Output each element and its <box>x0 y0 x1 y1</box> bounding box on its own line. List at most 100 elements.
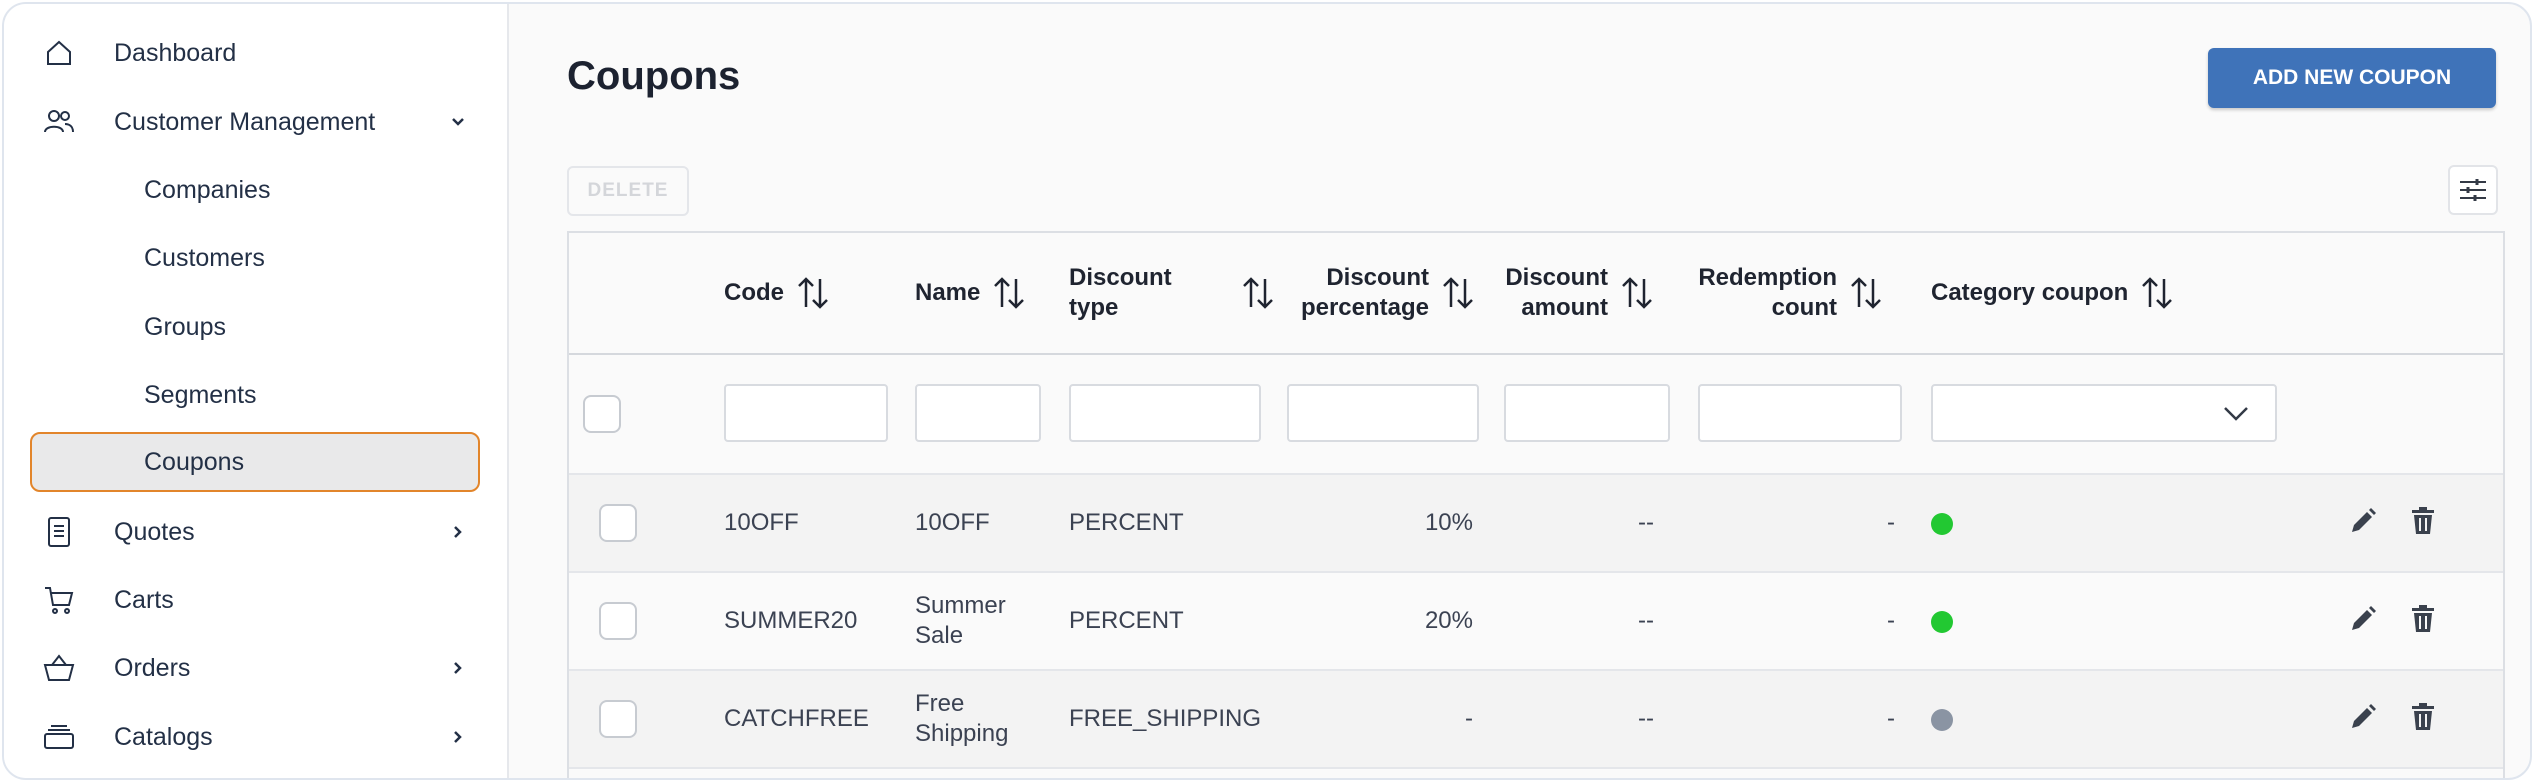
name-filter-input[interactable] <box>915 384 1041 442</box>
delete-row-button[interactable] <box>2405 601 2441 637</box>
sidebar-item-label: Groups <box>144 312 226 341</box>
sidebar-item-label: Segments <box>144 380 257 409</box>
sidebar-item-customers[interactable]: Customers <box>30 228 480 288</box>
sidebar-item-label: Customer Management <box>114 107 376 136</box>
edit-button[interactable] <box>2345 503 2381 539</box>
code-cell: SUMMER20 <box>724 607 858 634</box>
chevron-right-icon <box>454 731 462 743</box>
column-header-discount-percentage[interactable]: Discount percentage <box>1287 233 1475 353</box>
sidebar-item-label: Orders <box>114 653 191 682</box>
row-checkbox[interactable] <box>599 504 637 542</box>
column-header-discount-type[interactable]: Discount type <box>1069 233 1275 353</box>
row-checkbox[interactable] <box>599 700 637 738</box>
sidebar-item-orders[interactable]: Orders <box>30 638 480 698</box>
pencil-icon <box>2352 606 2376 630</box>
chevron-down-icon <box>2224 407 2248 421</box>
redemption-count-cell: - <box>1887 509 1895 536</box>
column-settings-button[interactable] <box>2448 165 2498 215</box>
sidebar-item-label: Customers <box>144 243 265 272</box>
sidebar-item-coupons[interactable]: Coupons <box>30 432 480 492</box>
document-icon <box>40 513 78 551</box>
status-dot <box>1931 611 1953 633</box>
coupons-table: Code Name Discount type Discount percentag… <box>567 231 2505 778</box>
sidebar-item-label: Catalogs <box>114 722 213 751</box>
delete-row-button[interactable] <box>2405 699 2441 735</box>
discount-amount-cell: -- <box>1638 607 1654 634</box>
chevron-right-icon <box>454 526 462 538</box>
redemption-count-cell: - <box>1887 607 1895 634</box>
sidebar-item-carts[interactable]: Carts <box>30 570 480 630</box>
discount-percentage-cell: - <box>1465 705 1473 732</box>
sidebar-item-quotes[interactable]: Quotes <box>30 502 480 562</box>
edit-button[interactable] <box>2345 601 2381 637</box>
page-title: Coupons <box>567 54 741 98</box>
discount-percentage-cell: 20% <box>1424 607 1473 634</box>
status-dot <box>1931 513 1953 535</box>
discount-amount-cell: -- <box>1638 705 1654 732</box>
sidebar-item-groups[interactable]: Groups <box>30 297 480 357</box>
delete-row-button[interactable] <box>2405 503 2441 539</box>
column-header-name[interactable]: Name <box>915 233 1026 353</box>
delete-button[interactable]: DELETE <box>567 166 689 216</box>
add-new-coupon-button[interactable]: ADD NEW COUPON <box>2208 48 2496 108</box>
table-header: Code Name Discount type Discount percentag… <box>569 233 2503 355</box>
name-cell: Summer Sale <box>915 592 1006 649</box>
trash-icon <box>2412 605 2434 632</box>
name-cell: 10OFF <box>915 509 990 536</box>
code-cell: 10OFF <box>724 509 799 536</box>
stack-icon <box>40 718 78 756</box>
column-header-category-coupon[interactable]: Category coupon <box>1931 233 2174 353</box>
discount-type-filter-input[interactable] <box>1069 384 1261 442</box>
sort-icon <box>2142 277 2173 309</box>
redemption-count-cell: - <box>1887 705 1895 732</box>
discount-amount-filter-input[interactable] <box>1504 384 1670 442</box>
discount-type-cell: PERCENT <box>1069 607 1184 634</box>
sort-icon <box>994 277 1025 309</box>
cart-icon <box>40 581 78 619</box>
row-checkbox[interactable] <box>599 602 637 640</box>
sidebar-item-label: Companies <box>144 175 271 204</box>
sort-icon <box>1243 277 1273 309</box>
pencil-icon <box>2352 704 2376 728</box>
sidebar-item-label: Quotes <box>114 517 195 546</box>
column-header-code[interactable]: Code <box>724 233 830 353</box>
code-cell: CATCHFREE <box>724 705 869 732</box>
discount-percentage-cell: 10% <box>1424 509 1473 536</box>
filter-row <box>569 355 2503 475</box>
table-row[interactable]: SUMMER20 Summer Sale PERCENT 20% -- - <box>569 573 2503 671</box>
app-window: Dashboard Customer Management Companies … <box>2 2 2532 780</box>
sort-icon <box>798 277 828 309</box>
users-icon <box>40 103 78 141</box>
home-icon <box>40 34 78 72</box>
table-row[interactable]: CATCHFREE Free Shipping FREE_SHIPPING - -… <box>569 671 2503 769</box>
discount-type-cell: FREE_SHIPPING <box>1069 705 1262 732</box>
code-filter-input[interactable] <box>724 384 888 442</box>
discount-type-cell: PERCENT <box>1069 509 1184 536</box>
table-row[interactable]: 10OFF 10OFF PERCENT 10% -- - <box>569 475 2503 573</box>
sidebar-item-label: Carts <box>114 585 174 614</box>
sidebar-item-label: Coupons <box>144 447 245 476</box>
discount-amount-cell: -- <box>1638 509 1654 536</box>
select-all-checkbox[interactable] <box>583 395 621 433</box>
chevron-down-icon <box>452 118 464 126</box>
sort-icon <box>1851 277 1881 309</box>
column-header-discount-amount[interactable]: Discount amount <box>1504 233 1654 353</box>
sliders-icon <box>2460 179 2486 201</box>
column-header-redemption-count[interactable]: Redemption count <box>1689 233 1883 353</box>
sort-icon <box>1622 277 1652 309</box>
pencil-icon <box>2352 508 2376 532</box>
trash-icon <box>2412 507 2434 534</box>
name-cell: Free Shipping <box>915 690 1009 747</box>
discount-percentage-filter-input[interactable] <box>1287 384 1479 442</box>
chevron-right-icon <box>454 662 462 674</box>
sidebar-item-companies[interactable]: Companies <box>30 160 480 220</box>
status-dot <box>1931 709 1953 731</box>
sidebar-item-customer-management[interactable]: Customer Management <box>30 92 480 152</box>
sidebar-item-catalogs[interactable]: Catalogs <box>30 707 480 767</box>
edit-button[interactable] <box>2345 699 2381 735</box>
sort-icon <box>1443 277 1473 309</box>
sidebar-item-segments[interactable]: Segments <box>30 365 480 425</box>
redemption-count-filter-input[interactable] <box>1698 384 1902 442</box>
category-coupon-filter-select[interactable] <box>1931 384 2277 442</box>
sidebar-item-dashboard[interactable]: Dashboard <box>30 23 480 83</box>
